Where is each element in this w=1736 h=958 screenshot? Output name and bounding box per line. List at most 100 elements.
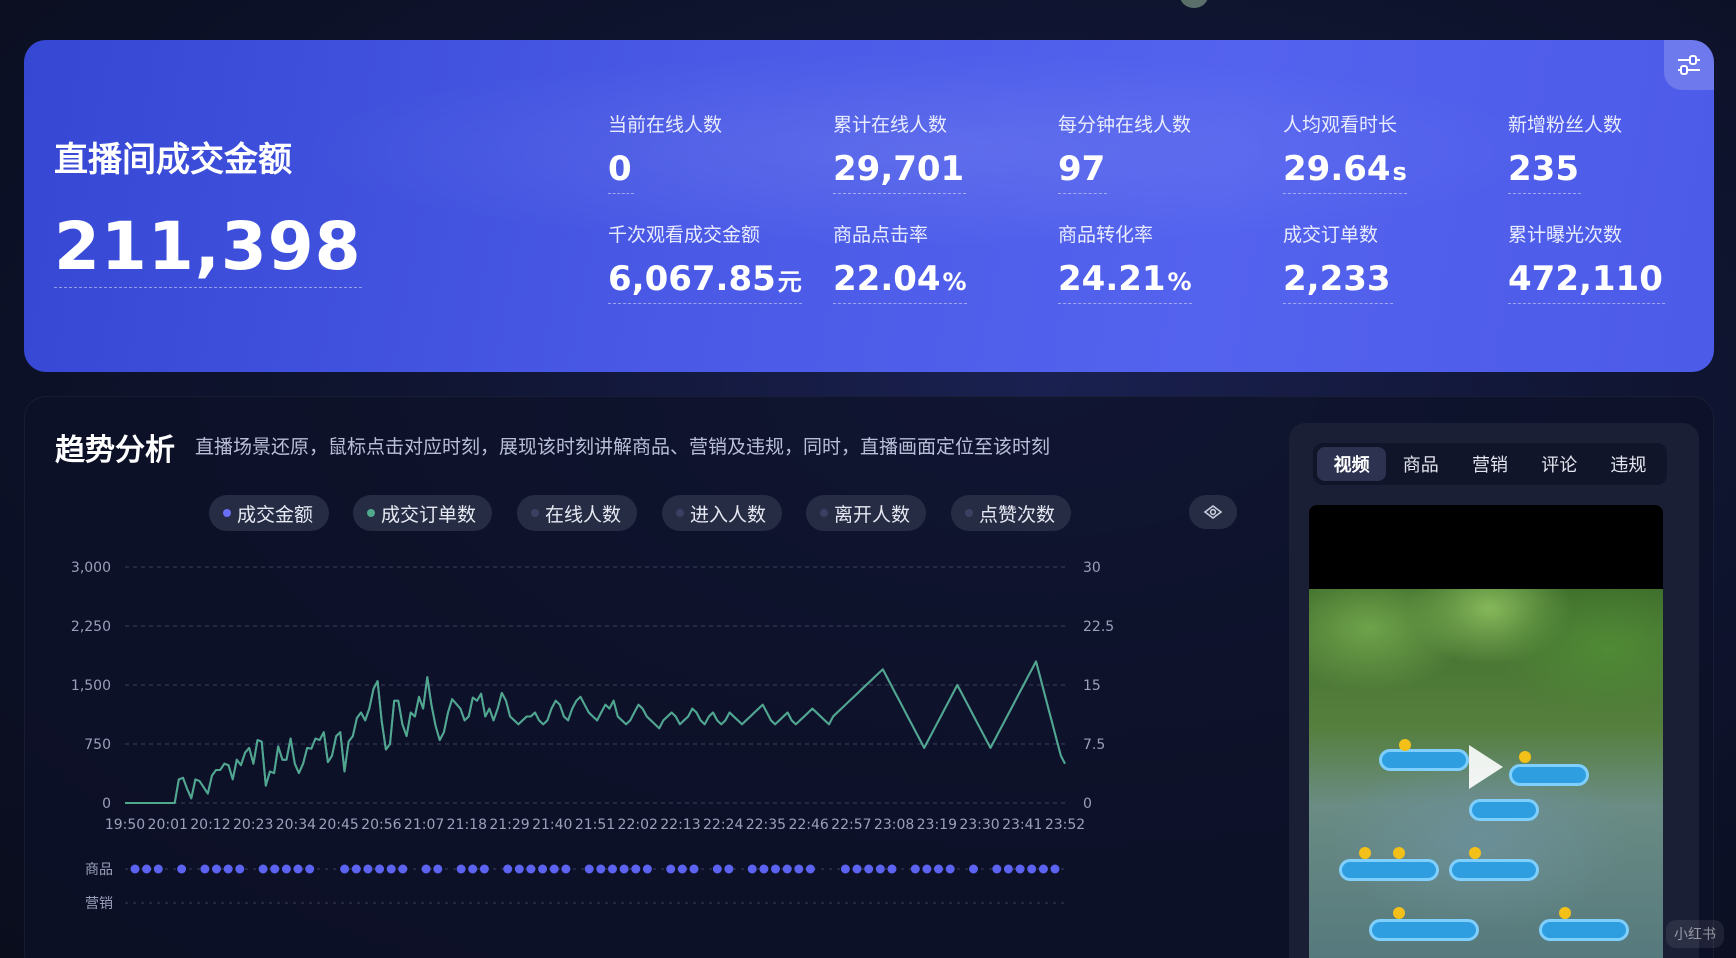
- metric-online-per-minute[interactable]: 每分钟在线人数 97: [1058, 110, 1258, 194]
- hero-value[interactable]: 211,398: [54, 208, 362, 288]
- hero-title: 直播间成交金额: [54, 140, 292, 180]
- product-marker: [934, 864, 943, 874]
- metric-total-impressions[interactable]: 累计曝光次数 472,110: [1508, 220, 1708, 304]
- y-tick-left: 3,000: [71, 560, 111, 576]
- product-marker: [771, 864, 780, 874]
- product-marker: [386, 864, 396, 874]
- y-tick-right: 0: [1083, 796, 1092, 812]
- product-marker: [677, 864, 687, 874]
- x-tick: 22:46: [788, 817, 828, 833]
- product-marker: [875, 864, 885, 874]
- product-marker: [584, 864, 594, 874]
- x-tick: 23:52: [1045, 817, 1085, 833]
- y-tick-right: 15: [1083, 678, 1101, 694]
- product-marker: [969, 864, 978, 874]
- series-line-2: [125, 660, 1066, 804]
- product-marker: [992, 864, 1002, 874]
- product-marker: [433, 864, 443, 874]
- top-user-strip: [1180, 0, 1480, 10]
- tab-video[interactable]: 视频: [1317, 447, 1387, 481]
- trend-title: 趋势分析: [55, 433, 175, 468]
- row-label: 营销: [85, 896, 113, 912]
- product-marker: [503, 864, 513, 874]
- product-marker: [351, 864, 361, 874]
- legend-dot: [820, 509, 828, 517]
- metric-product-ctr[interactable]: 商品点击率 22.04%: [833, 220, 1033, 304]
- metric-total-online[interactable]: 累计在线人数 29,701: [833, 110, 1033, 194]
- product-marker: [142, 864, 152, 874]
- visibility-toggle-button[interactable]: [1189, 495, 1237, 529]
- tab-comments[interactable]: 评论: [1525, 447, 1594, 481]
- x-tick: 21:29: [489, 817, 529, 833]
- legend-likes[interactable]: 点赞次数: [951, 495, 1072, 531]
- tab-marketing[interactable]: 营销: [1455, 447, 1524, 481]
- product-marker: [375, 864, 385, 874]
- product-marker: [689, 864, 699, 874]
- sliders-icon: [1678, 55, 1700, 75]
- legend-orders[interactable]: 成交订单数: [353, 495, 493, 531]
- trend-chart[interactable]: 0 0 750 7.5 1,500 15 2,250 22.5 3,000 30 19:50 20:0…: [25, 547, 1245, 958]
- product-marker: [631, 864, 641, 874]
- legend-enter[interactable]: 进入人数: [662, 495, 783, 531]
- product-marker: [1050, 864, 1060, 874]
- metric-new-fans[interactable]: 新增粉丝人数 235: [1508, 110, 1708, 194]
- y-tick-right: 30: [1083, 560, 1101, 576]
- video-panel: 视频 商品 营销 评论 违规: [1289, 423, 1699, 958]
- trend-panel: 趋势分析 直播场景还原，鼠标点击对应时刻，展现该时刻讲解商品、营销及违规，同时，…: [24, 396, 1714, 958]
- product-marker: [619, 864, 629, 874]
- product-marker: [794, 864, 804, 874]
- x-tick: 21:51: [575, 817, 615, 833]
- product-marker: [270, 864, 280, 874]
- x-tick: 22:13: [660, 817, 700, 833]
- metric-product-conversion[interactable]: 商品转化率 24.21%: [1058, 220, 1258, 304]
- filter-settings-button[interactable]: [1664, 40, 1714, 90]
- trend-description: 直播场景还原，鼠标点击对应时刻，展现该时刻讲解商品、营销及违规，同时，直播画面定…: [195, 436, 1051, 458]
- product-marker: [549, 864, 559, 874]
- play-icon[interactable]: [1469, 745, 1503, 789]
- avatar[interactable]: [1180, 0, 1208, 8]
- legend-leave[interactable]: 离开人数: [806, 495, 927, 531]
- metric-current-online[interactable]: 当前在线人数 0: [608, 110, 808, 194]
- product-marker: [200, 864, 210, 874]
- x-tick: 21:40: [532, 817, 572, 833]
- product-marker: [468, 864, 478, 874]
- product-marker: [235, 864, 245, 874]
- product-marker: [910, 864, 920, 874]
- product-marker: [1027, 864, 1037, 874]
- x-tick: 23:41: [1002, 817, 1042, 833]
- product-marker: [759, 864, 769, 874]
- product-marker: [864, 864, 874, 874]
- product-marker: [561, 864, 571, 874]
- legend-online[interactable]: 在线人数: [517, 495, 638, 531]
- y-tick-left: 1,500: [71, 678, 111, 694]
- legend-dot: [676, 509, 684, 517]
- product-marker: [945, 864, 955, 874]
- legend-gmv[interactable]: 成交金额: [209, 495, 330, 531]
- y-tick-left: 0: [102, 796, 111, 812]
- product-marker: [456, 864, 466, 874]
- product-marker: [340, 864, 350, 874]
- eye-icon: [1203, 505, 1223, 519]
- product-marker: [526, 864, 536, 874]
- summary-card: 直播间成交金额 211,398 当前在线人数 0 累计在线人数 29,701 每…: [24, 40, 1714, 372]
- x-tick: 23:19: [917, 817, 957, 833]
- video-player[interactable]: [1309, 505, 1663, 958]
- x-tick: 22:02: [618, 817, 658, 833]
- product-marker: [223, 864, 233, 874]
- product-marker: [479, 864, 489, 874]
- y-tick-left: 750: [84, 737, 111, 753]
- tab-product[interactable]: 商品: [1386, 447, 1455, 481]
- x-tick: 21:07: [404, 817, 444, 833]
- metric-order-count[interactable]: 成交订单数 2,233: [1283, 220, 1483, 304]
- product-marker: [177, 864, 187, 874]
- y-tick-left: 2,250: [71, 619, 111, 635]
- product-marker: [724, 864, 734, 874]
- product-marker: [747, 864, 757, 874]
- video-panel-tabs: 视频 商品 营销 评论 违规: [1313, 443, 1667, 485]
- tab-violations[interactable]: 违规: [1594, 447, 1663, 481]
- product-marker: [852, 864, 862, 874]
- metric-avg-watch-time[interactable]: 人均观看时长 29.64s: [1283, 110, 1483, 194]
- product-marker: [281, 864, 291, 874]
- metric-gmv-per-thousand-views[interactable]: 千次观看成交金额 6,067.85元: [608, 220, 808, 304]
- legend-dot: [223, 509, 231, 517]
